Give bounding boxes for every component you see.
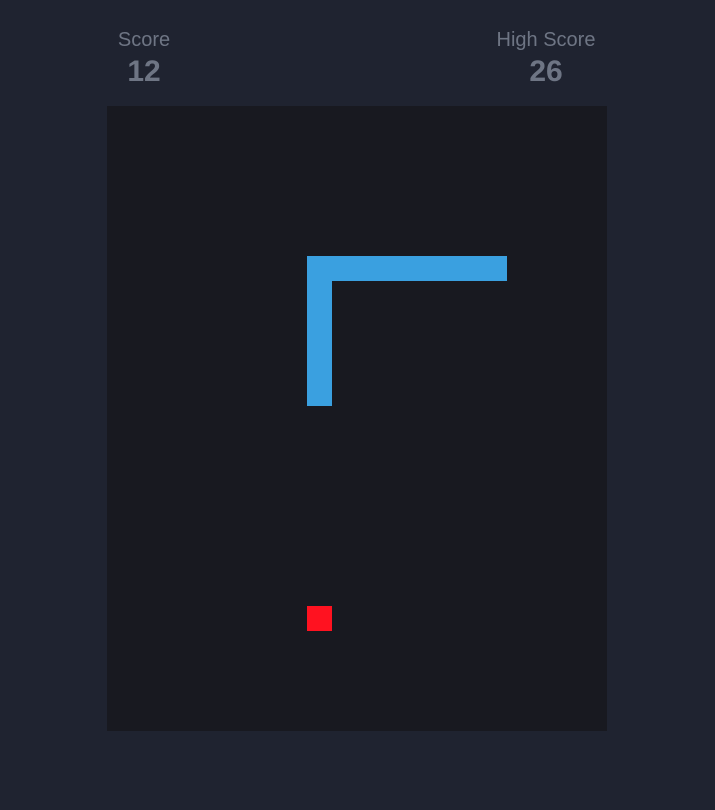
food-pellet xyxy=(307,606,332,631)
score-panel: Score 12 xyxy=(104,28,184,90)
high-score-panel: High Score 26 xyxy=(486,28,606,90)
high-score-value: 26 xyxy=(529,55,563,88)
game-board[interactable] xyxy=(107,106,607,731)
snake-segment-vertical xyxy=(307,256,332,406)
high-score-label: High Score xyxy=(496,29,596,51)
snake-segment-horizontal xyxy=(307,256,507,281)
score-value: 12 xyxy=(127,55,161,88)
score-label: Score xyxy=(117,29,171,51)
